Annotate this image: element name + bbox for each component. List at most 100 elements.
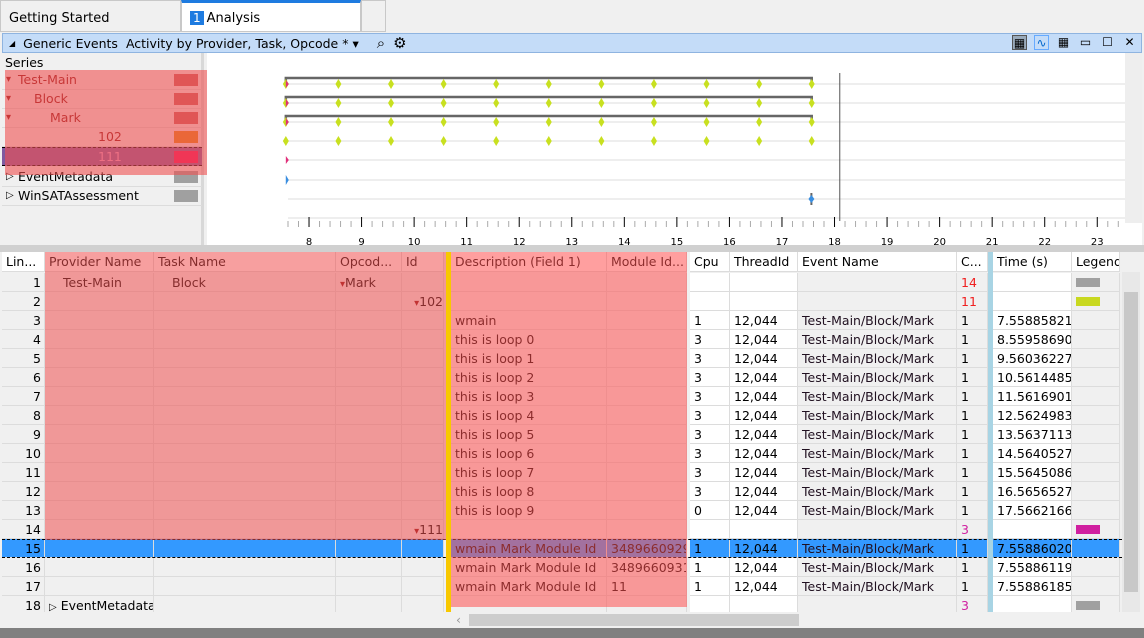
table-horizontal-scrollbar[interactable]: ‹: [451, 612, 1122, 628]
table-cell-cpu: 1: [690, 577, 730, 596]
table-cell-opcode: [336, 425, 402, 444]
series-item[interactable]: 102: [2, 128, 202, 147]
cell-text: 1: [961, 503, 969, 518]
cell-text: 12,044: [734, 427, 778, 442]
graph-and-table-icon[interactable]: ▦: [1012, 35, 1027, 50]
event-marker: [598, 79, 605, 89]
column-header[interactable]: Module Id...: [607, 252, 687, 272]
table-cell-time: 13.5637113...: [993, 425, 1072, 444]
expander-icon[interactable]: ▾: [6, 71, 11, 89]
table-cell-count: 1: [957, 558, 988, 577]
table-cell-count: 1: [957, 330, 988, 349]
chart-vertical-scrollbar[interactable]: [1125, 53, 1142, 223]
table-cell-n: 4: [2, 330, 45, 349]
column-header[interactable]: Opcod...: [336, 252, 402, 272]
cell-text: 3489660931: [611, 560, 687, 575]
expander-icon[interactable]: ▷: [6, 168, 14, 186]
series-label: 102: [98, 129, 122, 144]
expander-icon[interactable]: ▷: [49, 602, 57, 612]
scroll-thumb[interactable]: [469, 614, 799, 626]
search-icon[interactable]: ⌕: [377, 34, 385, 52]
collapse-icon[interactable]: ◢: [9, 39, 15, 48]
table-cell-time: [993, 292, 1072, 311]
cell-text: 12,044: [734, 446, 778, 461]
table-cell-mod: [607, 349, 687, 368]
table-vertical-scrollbar[interactable]: [1122, 272, 1140, 612]
column-header[interactable]: Lin...: [2, 252, 45, 272]
table-cell-ev: Test-Main/Block/Mark: [798, 330, 957, 349]
series-item[interactable]: ▾ Mark: [2, 109, 202, 128]
table-cell-opcode: [336, 444, 402, 463]
table-cell-ev: Test-Main/Block/Mark: [798, 349, 957, 368]
graphing-divider[interactable]: [988, 252, 993, 612]
close-icon[interactable]: ✕: [1122, 35, 1137, 50]
event-marker: [335, 98, 342, 108]
gear-icon[interactable]: ⚙: [393, 34, 406, 52]
column-header[interactable]: Provider Name: [45, 252, 154, 272]
table-cell-mod: [607, 387, 687, 406]
cell-text: Test-Main/Block/Mark: [802, 427, 935, 442]
cell-text: Test-Main/Block/Mark: [802, 579, 935, 594]
table-cell-mod: [607, 368, 687, 387]
table-cell-time: [993, 596, 1072, 612]
preset-dropdown[interactable]: Activity by Provider, Task, Opcode * ▾: [126, 36, 359, 51]
column-header[interactable]: Time (s): [993, 252, 1072, 272]
column-header[interactable]: Description (Field 1): [451, 252, 607, 272]
series-label: EventMetadata: [18, 169, 114, 184]
tab-analysis[interactable]: 1 Analysis: [181, 0, 361, 32]
table-cell-id: [402, 596, 444, 612]
legend-swatch: [1076, 278, 1100, 287]
table-cell-id: [402, 558, 444, 577]
table-cell-desc: this is loop 9: [451, 501, 607, 520]
table-only-icon[interactable]: ▦: [1056, 35, 1071, 50]
column-header[interactable]: ThreadId: [730, 252, 798, 272]
table-cell-ev: [798, 520, 957, 539]
table-cell-cpu: 3: [690, 387, 730, 406]
table-cell-id: [402, 387, 444, 406]
column-header[interactable]: Id: [402, 252, 444, 272]
table-cell-n: 14: [2, 520, 45, 539]
timeline-chart[interactable]: 8 9 10 11 12 13 14 15 16 17 18 19 20 21 22 23: [207, 53, 1142, 248]
graph-only-icon[interactable]: ∿: [1034, 35, 1049, 50]
cell-text: 9.560362271: [997, 351, 1072, 366]
cell-text: 8: [33, 408, 41, 423]
minimize-icon[interactable]: ▭: [1078, 35, 1093, 50]
series-item[interactable]: ▾ Test-Main: [2, 71, 202, 90]
series-item[interactable]: ▾ Block: [2, 90, 202, 109]
table-cell-cpu: 3: [690, 444, 730, 463]
column-header[interactable]: Legend: [1072, 252, 1120, 272]
table-cell-n: 2: [2, 292, 45, 311]
table-cell-task: [154, 406, 336, 425]
table-cell-ev: Test-Main/Block/Mark: [798, 482, 957, 501]
column-header[interactable]: Cpu: [690, 252, 730, 272]
pane-splitter[interactable]: [0, 245, 1144, 252]
table-cell-n: 3: [2, 311, 45, 330]
event-marker: [650, 117, 657, 127]
table-cell-tid: [730, 273, 798, 292]
series-item[interactable]: 111: [2, 147, 202, 166]
series-label: Mark: [50, 110, 81, 125]
expander-icon[interactable]: ▷: [6, 187, 14, 205]
maximize-icon[interactable]: ☐: [1100, 35, 1115, 50]
table-cell-count: 1: [957, 311, 988, 330]
cell-text: Test-Main/Block/Mark: [802, 389, 935, 404]
table-cell-n: 9: [2, 425, 45, 444]
cell-text: Test-Main/Block/Mark: [802, 446, 935, 461]
column-header[interactable]: C...: [957, 252, 988, 272]
cell-text: 1: [694, 541, 702, 556]
column-header[interactable]: Event Name: [798, 252, 957, 272]
table-cell-task: [154, 539, 336, 558]
series-item[interactable]: ▷ WinSATAssessment: [2, 187, 202, 206]
tab-getting-started[interactable]: Getting Started: [0, 0, 181, 32]
tab-new[interactable]: [361, 0, 386, 32]
table-cell-mod: [607, 273, 687, 292]
expander-icon[interactable]: ▾: [6, 109, 11, 127]
table-cell-cpu: 3: [690, 330, 730, 349]
scroll-thumb[interactable]: [1124, 292, 1138, 592]
grouping-divider[interactable]: [446, 252, 451, 612]
expander-icon[interactable]: ▾: [6, 90, 11, 108]
series-item[interactable]: ▷ EventMetadata: [2, 168, 202, 187]
axis-tick-label: 11: [460, 237, 473, 245]
series-label: WinSATAssessment: [18, 188, 139, 203]
column-header[interactable]: Task Name: [154, 252, 336, 272]
